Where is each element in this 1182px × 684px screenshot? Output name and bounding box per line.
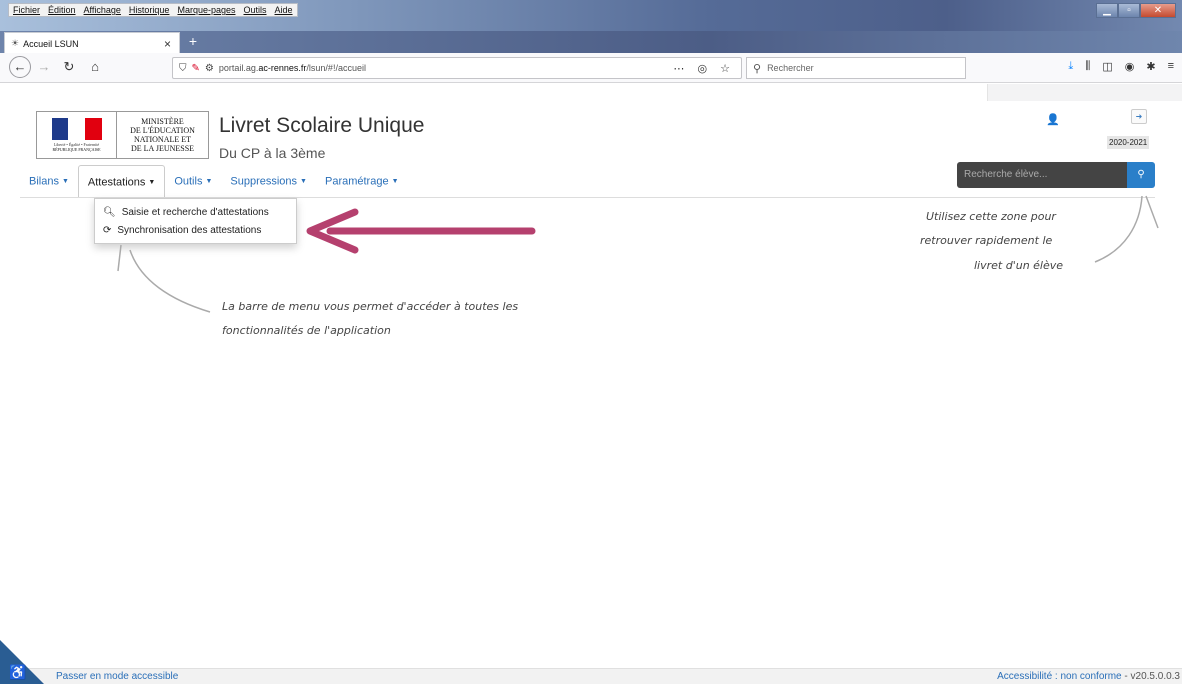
browser-navbar: ← → ↻ ⌂ ⛉ ✎ ⚙ portail.ag. ac-rennes.fr/ls… [0,53,1182,83]
extension-icon[interactable]: ✱ [1146,60,1155,73]
back-button[interactable]: ← [9,56,31,78]
logo-republique: RÉPUBLIQUE FRANÇAISE [52,147,101,152]
menu-edition[interactable]: Édition [44,4,80,16]
ministry-line-2: DE L'ÉDUCATION [130,126,195,135]
caret-down-icon: ▼ [300,178,307,185]
menu-hint-line-2: fonctionnalités de l'application [222,324,391,337]
user-icon[interactable]: 👤 [1046,113,1060,126]
app-version: - v20.5.0.0.3 [1121,671,1180,682]
browser-search-input[interactable]: ⚲ Rechercher [746,57,966,79]
sidebar-icon[interactable]: ◫ [1102,60,1112,73]
annotation-layer [117,195,1159,313]
browser-search-placeholder: Rechercher [767,63,814,73]
shield-icon[interactable]: ⛉ [179,63,187,74]
ministry-logo: Liberté • Égalité • Fraternité RÉPUBLIQU… [36,111,209,159]
hamburger-menu-icon[interactable]: ≡ [1168,60,1174,73]
caret-down-icon: ▼ [148,179,156,186]
accessible-mode-link[interactable]: Passer en mode accessible [56,671,178,682]
caret-down-icon: ▼ [205,178,213,185]
nav-outils[interactable]: Outils ▼ [165,165,221,198]
url-path: /lsun/#!/accueil [306,63,366,73]
nav-suppressions[interactable]: Suppressions ▼ [221,165,316,198]
marianne-block: Liberté • Égalité • Fraternité RÉPUBLIQU… [37,112,117,158]
browser-toolbar-icons: ⤓ ⫼ ◫ ◉ ✱ ≡ [1068,60,1174,73]
nav-suppressions-label: Suppressions [230,175,298,188]
permissions-icon[interactable]: ⚙ [205,63,214,74]
download-icon[interactable]: ⤓ [1068,60,1073,73]
new-tab-button[interactable]: + [184,31,202,51]
menu-hint-line-1: La barre de menu vous permet d'accéder à… [222,300,519,313]
search-hint-curve [1094,195,1143,263]
caret-down-icon: ▼ [61,178,69,185]
student-search-input[interactable]: Recherche élève... [957,162,1127,188]
nav-bilans[interactable]: Bilans ▼ [20,165,78,198]
tab-close-icon[interactable]: × [164,37,171,51]
nav-attestations-label: Attestations [87,176,146,189]
menu-historique[interactable]: Historique [125,4,174,16]
page-actions-icons[interactable]: ⋯ ◎ ☆ [673,62,735,75]
home-button[interactable]: ⌂ [84,56,106,78]
french-flag-icon [51,118,102,140]
minimize-button[interactable]: ▁ [1096,3,1118,18]
nav-parametrage[interactable]: Paramétrage ▼ [316,165,408,198]
accessibility-icon[interactable]: ♿ [9,664,26,681]
insecure-lock-icon[interactable]: ✎ [192,63,200,74]
caret-down-icon: ▼ [391,178,399,185]
reload-button[interactable]: ↻ [58,56,80,78]
dropdown-item-saisie[interactable]: 🔍︎ Saisie et recherche d'attestations [103,207,269,218]
pink-arrow [306,208,536,254]
dropdown-item-saisie-label: Saisie et recherche d'attestations [121,207,269,218]
screenshot-root: Fichier Édition Affichage Historique Mar… [0,0,1182,684]
nav-parametrage-label: Paramétrage [324,175,389,188]
ministry-line-3: NATIONALE ET [133,135,192,144]
loading-icon: ☀ [11,38,20,48]
student-search: Recherche élève... ⚲ [957,162,1155,188]
menu-fichier[interactable]: Fichier [9,4,44,16]
menu-aide[interactable]: Aide [271,4,297,16]
bookmarks-band [0,84,1182,101]
library-icon[interactable]: ⫼ [1085,60,1090,73]
window-titlebar: Fichier Édition Affichage Historique Mar… [0,0,1182,31]
dropdown-item-synchronisation[interactable]: ⟳ Synchronisation des attestations [103,225,261,236]
menu-affichage[interactable]: Affichage [80,4,125,16]
nav-attestations[interactable]: Attestations ▼ [77,165,166,198]
forward-button[interactable]: → [33,56,55,78]
ministry-line-4: DE LA JEUNESSE [130,144,195,153]
close-window-button[interactable]: ✕ [1140,3,1176,18]
dropdown-item-synchronisation-label: Synchronisation des attestations [117,225,262,236]
search-icon: 🔍︎ [103,207,116,218]
logout-button[interactable]: ➜ [1131,109,1147,124]
attestations-dropdown: 🔍︎ Saisie et recherche d'attestations ⟳ … [94,198,297,244]
search-icon: ⚲ [753,62,762,75]
ministry-name: MINISTÈRE DE L'ÉDUCATION NATIONALE ET DE… [117,112,208,158]
search-hint-line-1: Utilisez cette zone pour [926,210,1056,223]
menu-hint-curve [129,249,211,313]
footer-status: Accessibilité : non conforme - v20.5.0.0… [997,671,1180,682]
app-title: Livret Scolaire Unique [219,114,425,137]
accessibility-status-link[interactable]: Accessibilité : non conforme [997,671,1122,682]
ministry-line-1: MINISTÈRE [141,117,184,126]
search-hint-tick [1145,195,1159,229]
nav-bilans-label: Bilans [29,175,59,188]
main-nav: Bilans ▼ Attestations ▼ Outils ▼ Suppressio… [20,165,408,198]
app-subtitle: Du CP à la 3ème [219,145,326,161]
student-search-button[interactable]: ⚲ [1127,162,1155,188]
browser-tab[interactable]: ☀ Accueil LSUN × [4,32,180,54]
url-domain: ac-rennes.fr [258,63,307,73]
tab-title: Accueil LSUN [23,38,79,49]
account-icon[interactable]: ◉ [1125,60,1135,73]
browser-menubar: Fichier Édition Affichage Historique Mar… [8,3,298,17]
window-controls: ▁ ▫ ✕ [1096,3,1176,18]
url-prefix: portail.ag. [218,63,259,73]
school-year-badge: 2020-2021 [1107,136,1150,149]
menu-outils[interactable]: Outils [240,4,271,16]
nav-outils-label: Outils [174,175,203,188]
menu-hint-tick [117,244,122,272]
search-hint-line-2: retrouver rapidement le [920,234,1053,247]
menu-marque-pages[interactable]: Marque-pages [173,4,239,16]
refresh-icon: ⟳ [103,225,112,236]
search-hint-line-3: livret d'un élève [974,259,1064,272]
maximize-button[interactable]: ▫ [1118,3,1140,18]
url-bar[interactable]: ⛉ ✎ ⚙ portail.ag. ac-rennes.fr/lsun/#!/ac… [172,57,742,79]
